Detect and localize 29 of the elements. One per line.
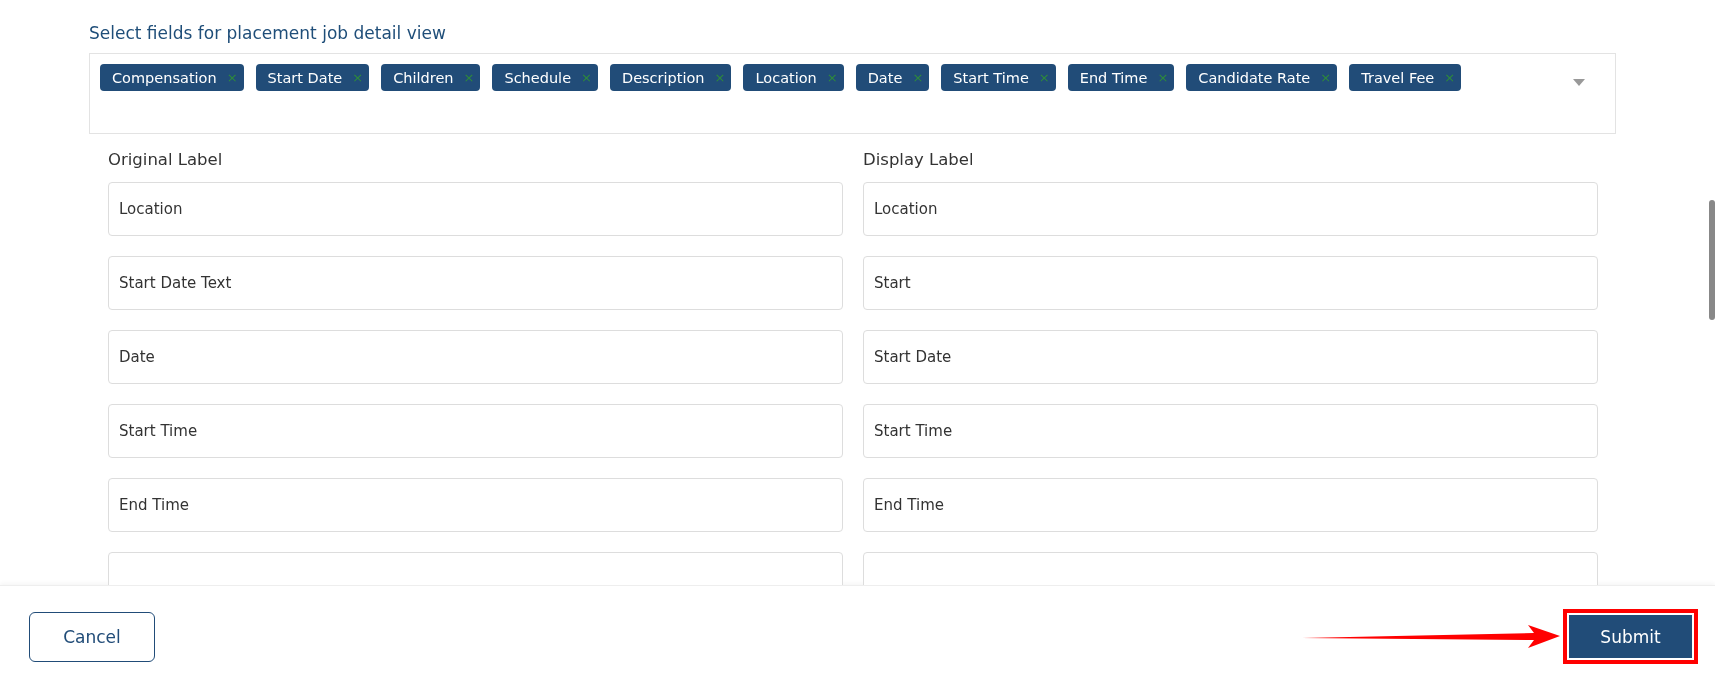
dropdown-caret-icon[interactable] xyxy=(1573,79,1585,86)
original-label-field[interactable]: End Time xyxy=(108,478,843,532)
tag-label: End Time xyxy=(1079,69,1148,86)
display-label-field[interactable]: End Time xyxy=(863,478,1598,532)
tag-label: Compensation xyxy=(112,69,217,86)
original-label-field[interactable]: Start Date Text xyxy=(108,256,843,310)
column-label: Original Label xyxy=(108,150,224,169)
original-label-field[interactable]: Date xyxy=(108,330,843,384)
cancel-button[interactable]: Cancel xyxy=(29,611,155,662)
scrollbar[interactable] xyxy=(1709,200,1715,320)
field-multiselect[interactable]: Compensation × Start Date × Children × Schedule × Description × Location × Date × Start Time × End Time × Candidate Rate × Travel Fee × xyxy=(89,53,1616,134)
original-label-field[interactable]: Start Time xyxy=(108,404,843,458)
tag-label: Date xyxy=(867,69,903,86)
tag-label: Description xyxy=(621,69,705,86)
tag-label: Start Date xyxy=(267,69,343,86)
original-label-field[interactable]: Location xyxy=(108,182,843,236)
display-label-field[interactable]: Start Time xyxy=(863,404,1598,458)
tag-label: Location xyxy=(755,69,817,86)
tag-label: Start Time xyxy=(953,69,1029,86)
tag-label: Children xyxy=(393,69,454,86)
submit-button[interactable]: Submit xyxy=(1569,615,1692,658)
tag-label: Travel Fee xyxy=(1361,69,1435,86)
display-label-field[interactable]: Start xyxy=(863,256,1598,310)
display-label-field[interactable]: Location xyxy=(863,182,1598,236)
display-label-field[interactable]: Start Date xyxy=(863,330,1598,384)
section-title: Select fields for placement job detail view xyxy=(89,22,447,44)
column-label: Display Label xyxy=(863,150,975,169)
tag-label: Candidate Rate xyxy=(1198,69,1311,86)
tag-label: Schedule xyxy=(504,69,572,86)
